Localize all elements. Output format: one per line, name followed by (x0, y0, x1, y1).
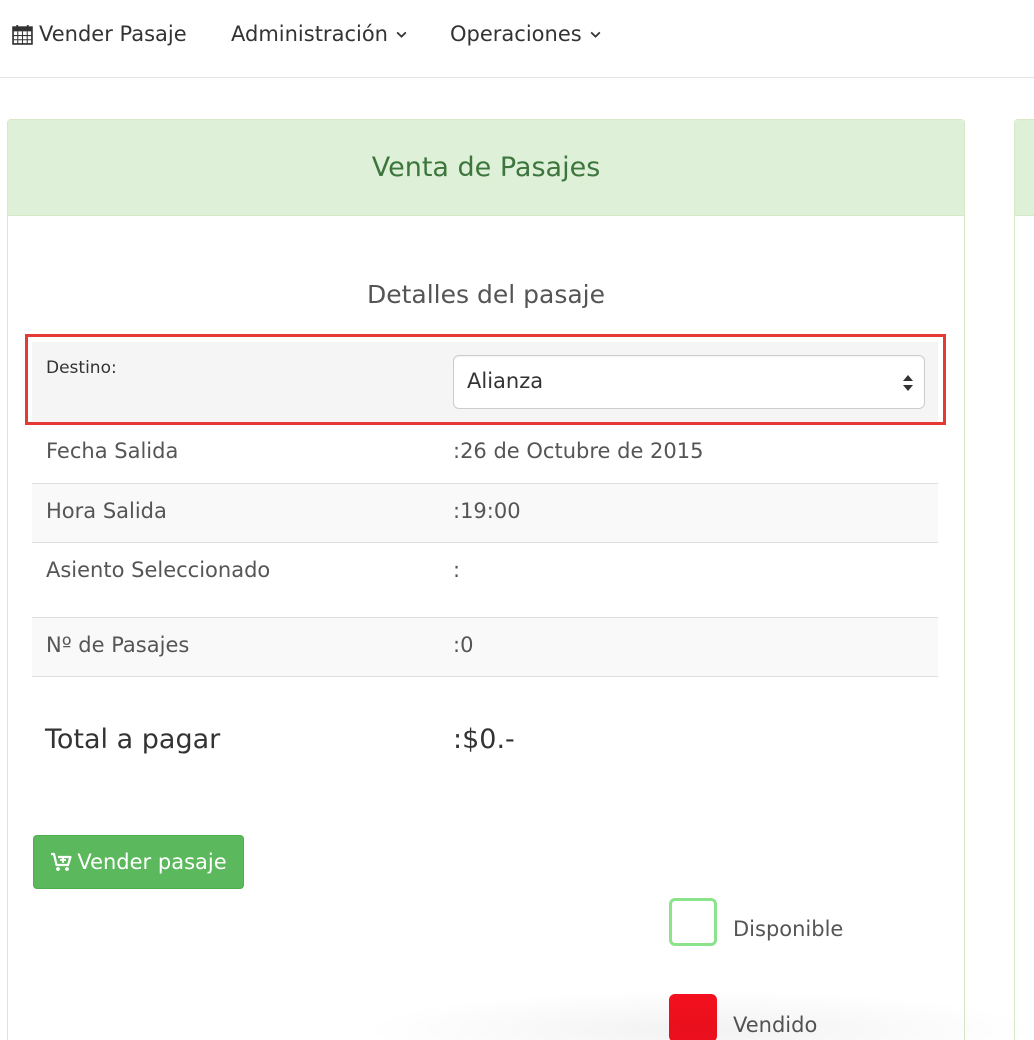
cart-plus-icon (51, 852, 72, 871)
venta-panel: Venta de Pasajes Detalles del pasaje Des… (7, 119, 965, 1040)
row-num-pasajes: Nº de Pasajes :0 (32, 617, 938, 677)
vender-pasaje-label: Vender pasaje (77, 850, 227, 874)
vender-pasaje-button[interactable]: Vender pasaje (33, 835, 244, 889)
row-asiento-seleccionado: Asiento Seleccionado : (32, 542, 938, 617)
asiento-value: : (453, 558, 461, 582)
destino-highlight (25, 334, 946, 425)
legend-vendido-swatch (669, 994, 717, 1040)
seat-panel (1014, 119, 1034, 1040)
legend-disponible-swatch (669, 898, 717, 946)
hora-salida-value: :19:00 (453, 499, 521, 523)
nav-administracion-label: Administración (231, 22, 388, 46)
top-navbar: Vender Pasaje Administración Operaciones (0, 0, 1034, 78)
row-fecha-salida: Fecha Salida :26 de Octubre de 2015 (32, 424, 938, 483)
hora-salida-label: Hora Salida (46, 499, 167, 523)
panel-title: Venta de Pasajes (371, 152, 601, 183)
num-pasajes-label: Nº de Pasajes (46, 633, 190, 657)
calendar-icon (12, 24, 33, 45)
details-subtitle: Detalles del pasaje (366, 280, 605, 309)
legend-vendido-label: Vendido (733, 1013, 818, 1037)
chevron-down-icon (590, 31, 601, 38)
nav-operaciones[interactable]: Operaciones (450, 22, 602, 46)
nav-vender-pasaje[interactable]: Vender Pasaje (12, 22, 187, 46)
fecha-salida-value: :26 de Octubre de 2015 (453, 439, 704, 463)
num-pasajes-value: :0 (453, 633, 474, 657)
total-label: Total a pagar (45, 724, 221, 755)
asiento-label: Asiento Seleccionado (46, 558, 271, 582)
total-value: :$0.- (453, 724, 515, 755)
nav-operaciones-label: Operaciones (450, 22, 582, 46)
fecha-salida-label: Fecha Salida (46, 439, 179, 463)
nav-vender-pasaje-label: Vender Pasaje (39, 22, 187, 46)
seat-panel-heading (1015, 120, 1034, 216)
legend-disponible-label: Disponible (733, 917, 844, 941)
chevron-down-icon (396, 31, 407, 38)
panel-heading: Venta de Pasajes (8, 120, 964, 216)
row-hora-salida: Hora Salida :19:00 (32, 483, 938, 542)
nav-administracion[interactable]: Administración (231, 22, 408, 46)
